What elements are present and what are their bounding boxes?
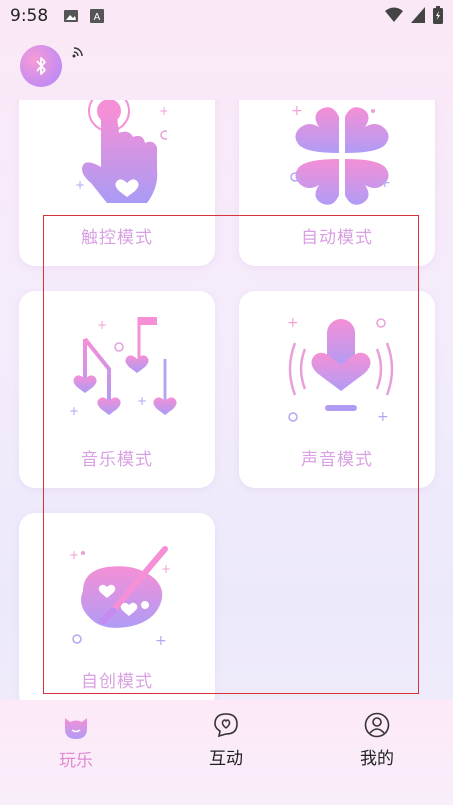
bluetooth-button[interactable] bbox=[20, 45, 62, 87]
bottom-nav: 玩乐 互动 我的 bbox=[0, 700, 453, 805]
microphone-heart-icon: + + bbox=[287, 315, 394, 425]
status-bar: 9:58 A bbox=[0, 0, 453, 32]
nav-label-mine: 我的 bbox=[360, 749, 394, 769]
mode-card-auto[interactable]: + + 自动模式 bbox=[239, 100, 435, 266]
svg-text:+: + bbox=[379, 175, 391, 191]
bluetooth-icon bbox=[36, 57, 46, 75]
nav-interact[interactable]: 互动 bbox=[176, 712, 276, 769]
svg-text:+: + bbox=[287, 315, 299, 331]
image-notification-icon bbox=[64, 10, 79, 22]
nav-label-play: 玩乐 bbox=[59, 751, 93, 771]
mode-label-music: 音乐模式 bbox=[81, 450, 153, 470]
mode-grid: + + 触控模式 + + 自动模式 + + + 音乐模式 + + 声音模式 + … bbox=[0, 100, 453, 700]
svg-text:+: + bbox=[291, 103, 303, 119]
header bbox=[0, 32, 453, 100]
connection-signal-icon bbox=[72, 47, 83, 58]
mode-label-custom: 自创模式 bbox=[81, 672, 153, 692]
music-notes-icon: + + + bbox=[69, 317, 177, 418]
svg-text:+: + bbox=[377, 409, 389, 425]
mode-card-music[interactable]: + + + 音乐模式 bbox=[19, 291, 215, 488]
svg-text:+: + bbox=[97, 318, 107, 332]
battery-icon bbox=[433, 6, 443, 24]
mode-card-custom[interactable]: + + + 自创模式 bbox=[19, 513, 215, 700]
svg-text:+: + bbox=[155, 633, 167, 649]
palette-brush-icon: + + + bbox=[69, 546, 171, 649]
mode-label-voice: 声音模式 bbox=[301, 450, 373, 470]
cellular-signal-icon bbox=[411, 7, 425, 23]
svg-text:+: + bbox=[137, 394, 147, 408]
text-notification-icon: A bbox=[90, 9, 105, 23]
touch-hand-icon: + + bbox=[75, 100, 167, 203]
cat-face-icon bbox=[65, 718, 87, 739]
mode-label-touch: 触控模式 bbox=[81, 228, 153, 248]
clover-heart-icon: + + bbox=[290, 103, 391, 205]
svg-text:+: + bbox=[159, 104, 167, 118]
user-profile-icon bbox=[364, 712, 390, 738]
mode-label-auto: 自动模式 bbox=[301, 228, 373, 248]
mode-card-touch[interactable]: + + 触控模式 bbox=[19, 100, 215, 266]
heart-chat-icon bbox=[214, 713, 238, 738]
mode-card-voice[interactable]: + + 声音模式 bbox=[239, 291, 435, 488]
nav-label-interact: 互动 bbox=[209, 749, 243, 769]
status-time: 9:58 bbox=[10, 6, 49, 26]
svg-text:A: A bbox=[94, 12, 101, 23]
svg-text:+: + bbox=[161, 562, 171, 576]
wifi-icon bbox=[385, 7, 403, 22]
svg-text:+: + bbox=[69, 548, 79, 562]
svg-text:+: + bbox=[69, 404, 79, 418]
nav-mine[interactable]: 我的 bbox=[327, 712, 427, 769]
svg-text:+: + bbox=[75, 178, 85, 192]
nav-play[interactable]: 玩乐 bbox=[26, 712, 126, 771]
